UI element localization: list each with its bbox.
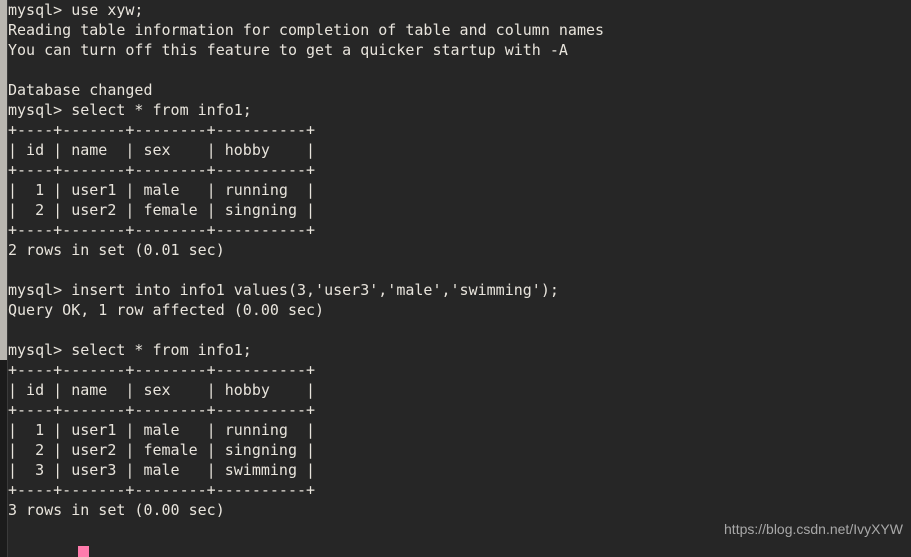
terminal-line: 3 rows in set (0.00 sec) [8, 501, 225, 519]
scrollbar-thumb[interactable] [0, 0, 7, 360]
terminal-line: Reading table information for completion… [8, 21, 605, 39]
text-cursor [78, 546, 89, 557]
terminal-window[interactable]: mysql> use xyw; Reading table information… [0, 0, 911, 557]
terminal-line: +----+-------+--------+----------+ [8, 481, 316, 499]
terminal-line: +----+-------+--------+----------+ [8, 161, 316, 179]
terminal-line: +----+-------+--------+----------+ [8, 121, 316, 139]
terminal-line: | 1 | user1 | male | running | [8, 181, 316, 199]
terminal-line: mysql> use xyw; [8, 1, 144, 19]
terminal-line: | id | name | sex | hobby | [8, 381, 316, 399]
terminal-line: mysql> select * from info1; [8, 341, 252, 359]
terminal-line: Query OK, 1 row affected (0.00 sec) [8, 301, 325, 319]
terminal-line: 2 rows in set (0.01 sec) [8, 241, 225, 259]
terminal-line: Database changed [8, 81, 153, 99]
terminal-line: | 1 | user1 | male | running | [8, 421, 316, 439]
terminal-line: You can turn off this feature to get a q… [8, 41, 568, 59]
terminal-line: | 2 | user2 | female | singning | [8, 441, 316, 459]
watermark-text: https://blog.csdn.net/IvyXYW [724, 521, 903, 537]
terminal-line: | 3 | user3 | male | swimming | [8, 461, 316, 479]
terminal-line: mysql> select * from info1; [8, 101, 252, 119]
terminal-line: | 2 | user2 | female | singning | [8, 201, 316, 219]
terminal-line: +----+-------+--------+----------+ [8, 401, 316, 419]
terminal-line: +----+-------+--------+----------+ [8, 221, 316, 239]
terminal-line: | id | name | sex | hobby | [8, 141, 316, 159]
terminal-line: +----+-------+--------+----------+ [8, 361, 316, 379]
terminal-line: mysql> insert into info1 values(3,'user3… [8, 281, 559, 299]
scrollbar-track[interactable] [0, 0, 8, 557]
terminal-output[interactable]: mysql> use xyw; Reading table information… [8, 0, 911, 557]
